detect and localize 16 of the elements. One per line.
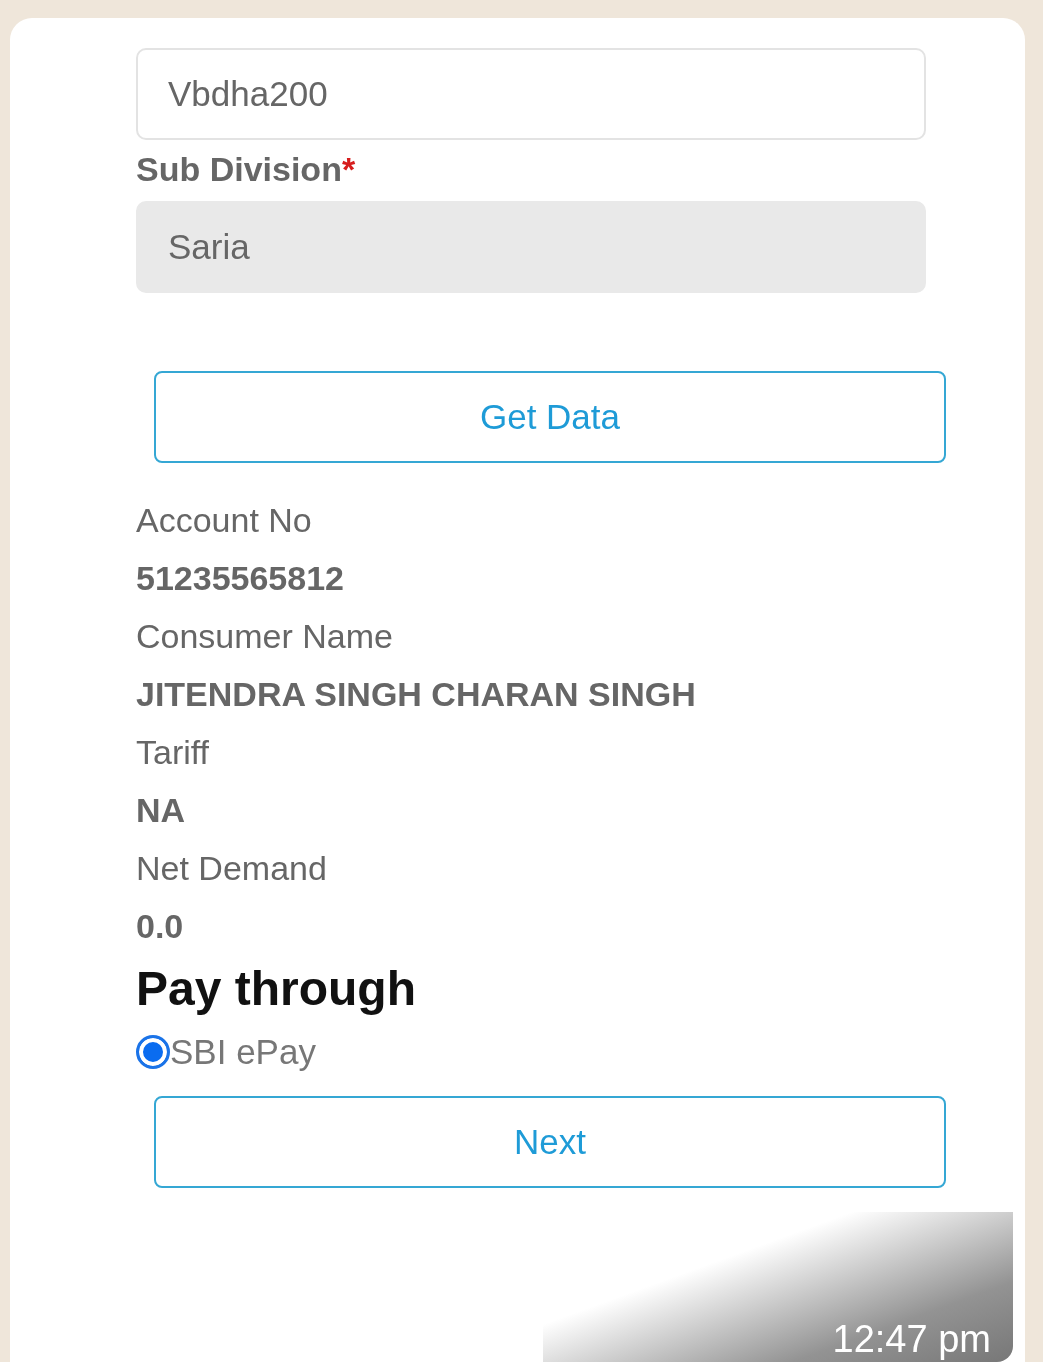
detail-label: Account No	[136, 500, 312, 541]
detail-label: Consumer Name	[136, 616, 393, 657]
detail-value: JITENDRA SINGH CHARAN SINGH	[136, 674, 696, 715]
section-heading: Pay through	[136, 961, 416, 1016]
detail-value: NA	[136, 790, 186, 831]
login-field[interactable]: Vbdha200	[136, 48, 926, 140]
detail-value: 0.0	[136, 906, 184, 947]
radio-button[interactable]	[136, 1035, 170, 1069]
option-label[interactable]: SBI ePay	[170, 1032, 316, 1072]
detail-label: Tariff	[136, 732, 210, 773]
next-button[interactable]: Next	[154, 1096, 946, 1188]
message-time: 12:47 pm	[832, 1317, 991, 1362]
field-label: Sub Division*	[136, 150, 356, 189]
detail-label: Net Demand	[136, 848, 327, 889]
get-data-button[interactable]: Get Data	[154, 371, 946, 463]
detail-value: 51235565812	[136, 558, 344, 599]
